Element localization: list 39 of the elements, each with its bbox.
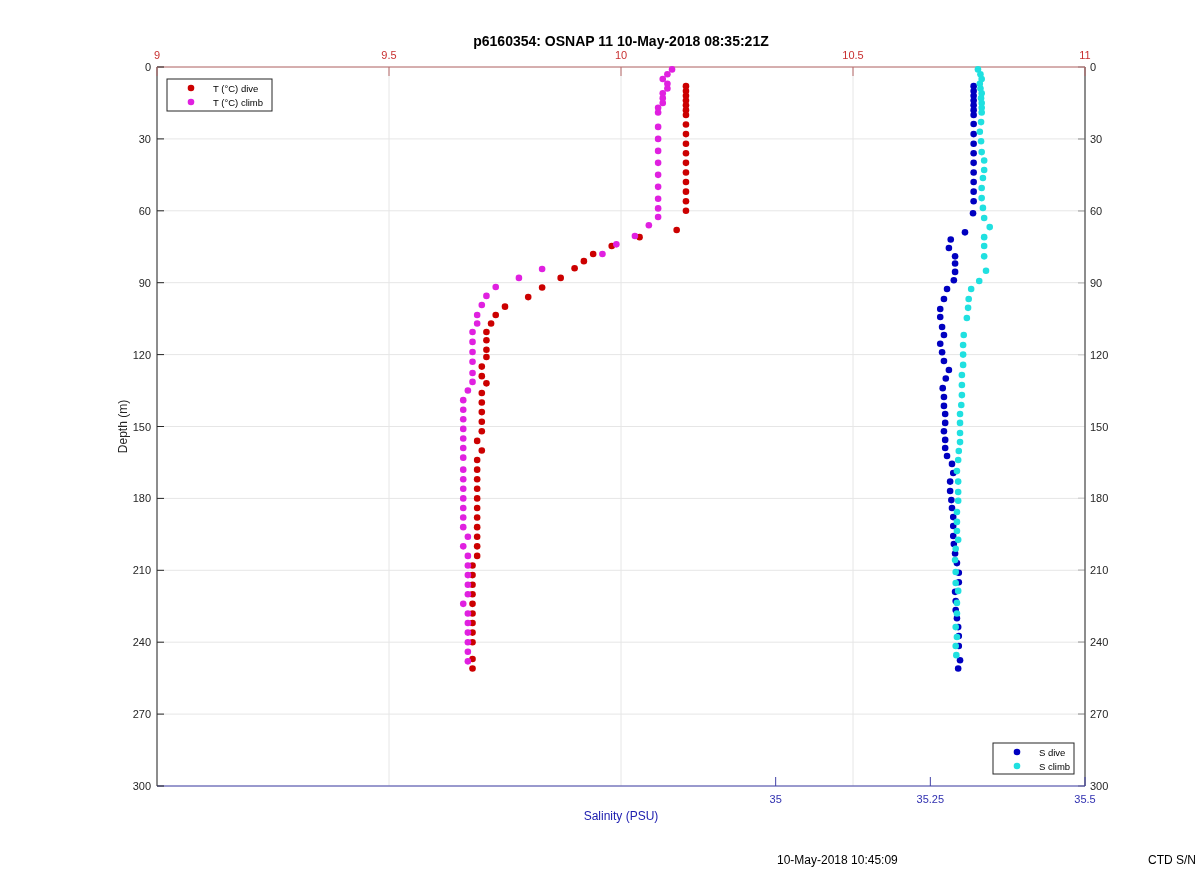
tick-label: 120 [1090, 348, 1109, 361]
tick-label: 10 [614, 49, 628, 61]
ctd-label: CTD S/N [1148, 853, 1197, 867]
tick-label: 10.5 [842, 49, 864, 61]
legend-label: T (°C) climb [213, 96, 264, 108]
y-axis-label: Depth (m) [116, 399, 130, 454]
tick-label: 270 [1090, 708, 1109, 721]
legend-label: T (°C) dive [213, 82, 259, 94]
tick-label: 35.25 [916, 793, 945, 805]
tick-label: 180 [132, 492, 151, 505]
tick-label: 90 [138, 276, 151, 289]
tick-label: 300 [1090, 780, 1109, 792]
tick-label: 60 [1090, 204, 1103, 217]
tick-label: 35.5 [1074, 793, 1096, 805]
tick-label: 35 [769, 793, 782, 805]
tick-label: 120 [132, 348, 151, 361]
chart-title: p6160354: OSNAP 11 10-May-2018 08:35:21Z [473, 33, 769, 49]
tick-label: 30 [138, 132, 151, 145]
tick-label: 240 [132, 636, 151, 649]
tick-label: 210 [1090, 564, 1109, 577]
tick-label: 11 [1079, 49, 1091, 61]
x-axis-label: Salinity (PSU) [583, 809, 659, 823]
tick-label: 60 [138, 204, 151, 217]
tick-label: 240 [1090, 636, 1109, 649]
tick-label: 210 [132, 564, 151, 577]
legend-label: S dive [1039, 746, 1066, 758]
tick-label: 180 [1090, 492, 1109, 505]
tick-label: 30 [1090, 132, 1103, 145]
tick-label: 9.5 [381, 49, 397, 61]
tick-label: 90 [1090, 276, 1103, 289]
tick-label: 150 [1090, 420, 1109, 433]
tick-label: 150 [132, 420, 151, 433]
legend-label: S climb [1039, 760, 1071, 772]
tick-label: 9 [153, 49, 161, 61]
tick-label: 0 [144, 61, 151, 73]
tick-label: 0 [1090, 61, 1097, 73]
tick-label: 300 [132, 780, 151, 792]
timestamp: 10-May-2018 10:45:09 [777, 853, 898, 867]
tick-label: 270 [132, 708, 151, 721]
